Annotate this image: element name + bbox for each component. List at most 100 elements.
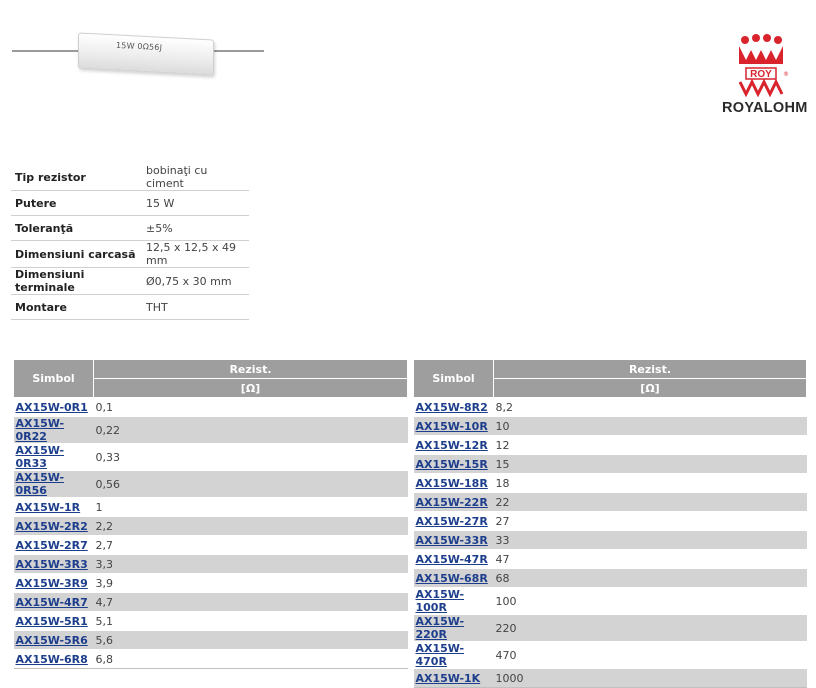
table-row: AX15W-0R56 0,56 [13,470,408,498]
table-row: AX15W-4R7 4,7 [13,592,408,612]
product-code-link[interactable]: AX15W-3R9 [16,577,88,590]
specs-table: Tip rezistor bobinaţi cu ciment Putere 1… [11,164,249,320]
resistance-value: 1 [93,497,408,517]
resistance-value: 10 [493,416,807,436]
resistance-value: 100 [493,587,807,615]
column-header-resistance[interactable]: Rezist. [493,359,807,379]
product-code-link[interactable]: AX15W-100R [416,588,465,614]
product-code-link[interactable]: AX15W-1R [16,501,81,514]
product-code-link[interactable]: AX15W-33R [416,534,488,547]
table-row: AX15W-1K 1000 [413,668,807,688]
spec-value: Ø0,75 x 30 mm [141,267,249,295]
spec-row: Toleranţă ±5% [11,215,249,241]
spec-row: Dimensiuni terminale Ø0,75 x 30 mm [11,267,249,295]
spec-label: Toleranţă [11,215,142,241]
resistance-value: 5,1 [93,611,408,631]
product-code-link[interactable]: AX15W-18R [416,477,488,490]
product-code-link[interactable]: AX15W-4R7 [16,596,88,609]
spec-row: Montare THT [11,294,249,320]
resistance-value: 220 [493,614,807,642]
product-code-link[interactable]: AX15W-10R [416,420,488,433]
resistance-value: 1000 [493,668,807,688]
table-row: AX15W-27R 27 [413,511,807,531]
product-code-link[interactable]: AX15W-2R2 [16,520,88,533]
brand-logo: ROY ® ROYALOHM [718,34,810,118]
resistance-value: 2,7 [93,535,408,555]
product-table-left: Simbol Rezist. [Ω] AX15W-0R1 0,1 AX15W-0R… [13,359,408,669]
product-code-link[interactable]: AX15W-220R [416,615,465,641]
table-row: AX15W-2R7 2,7 [13,535,408,555]
resistance-value: 2,2 [93,516,408,536]
spec-label: Dimensiuni carcasă [11,240,142,268]
product-code-link[interactable]: AX15W-68R [416,572,488,585]
spec-value: 12,5 x 12,5 x 49 mm [141,240,249,268]
royalohm-logo-icon: ROY ® [738,34,789,98]
table-row: AX15W-15R 15 [413,454,807,474]
table-row: AX15W-3R9 3,9 [13,573,408,593]
product-code-link[interactable]: AX15W-0R56 [16,471,65,497]
resistance-value: 4,7 [93,592,408,612]
resistance-value: 3,3 [93,554,408,574]
resistance-value: 33 [493,530,807,550]
resistance-value: 27 [493,511,807,531]
product-code-link[interactable]: AX15W-3R3 [16,558,88,571]
resistance-value: 22 [493,492,807,512]
resistance-value: 12 [493,435,807,455]
product-code-link[interactable]: AX15W-2R7 [16,539,88,552]
product-code-link[interactable]: AX15W-15R [416,458,488,471]
product-code-link[interactable]: AX15W-1K [416,672,481,685]
product-code-link[interactable]: AX15W-27R [416,515,488,528]
product-code-link[interactable]: AX15W-12R [416,439,488,452]
table-row: AX15W-0R33 0,33 [13,443,408,471]
resistance-value: 0,56 [93,470,408,498]
resistance-value: 5,6 [93,630,408,650]
product-code-link[interactable]: AX15W-470R [416,642,465,668]
table-row: AX15W-3R3 3,3 [13,554,408,574]
table-row: AX15W-8R2 8,2 [413,397,807,417]
product-code-link[interactable]: AX15W-8R2 [416,401,488,414]
spec-value: bobinaţi cu ciment [141,164,249,191]
table-row: AX15W-470R 470 [413,641,807,669]
product-code-link[interactable]: AX15W-5R6 [16,634,88,647]
table-row: AX15W-6R8 6,8 [13,649,408,669]
product-code-link[interactable]: AX15W-47R [416,553,488,566]
resistance-value: 0,1 [93,397,408,417]
product-code-link[interactable]: AX15W-0R22 [16,417,65,443]
table-row: AX15W-2R2 2,2 [13,516,408,536]
table-row: AX15W-100R 100 [413,587,807,615]
product-code-link[interactable]: AX15W-5R1 [16,615,88,628]
column-header-symbol[interactable]: Simbol [13,359,94,398]
product-code-link[interactable]: AX15W-22R [416,496,488,509]
column-header-unit: [Ω] [493,378,807,398]
spec-value: 15 W [141,190,249,216]
table-row: AX15W-10R 10 [413,416,807,436]
table-row: AX15W-68R 68 [413,568,807,588]
resistance-value: 6,8 [93,649,408,669]
table-row: AX15W-0R22 0,22 [13,416,408,444]
table-row: AX15W-5R6 5,6 [13,630,408,650]
table-row: AX15W-18R 18 [413,473,807,493]
table-row: AX15W-1R 1 [13,497,408,517]
spec-value: THT [141,294,249,320]
brand-name: ROYALOHM [722,100,808,116]
column-header-resistance[interactable]: Rezist. [93,359,408,379]
product-code-link[interactable]: AX15W-0R1 [16,401,88,414]
product-code-link[interactable]: AX15W-0R33 [16,444,65,470]
spec-label: Montare [11,294,142,320]
resistance-value: 68 [493,568,807,588]
spec-row: Dimensiuni carcasă 12,5 x 12,5 x 49 mm [11,240,249,268]
resistance-value: 8,2 [493,397,807,417]
resistance-value: 3,9 [93,573,408,593]
spec-label: Putere [11,190,142,216]
resistance-value: 0,33 [93,443,408,471]
table-row: AX15W-12R 12 [413,435,807,455]
table-row: AX15W-220R 220 [413,614,807,642]
spec-row: Tip rezistor bobinaţi cu ciment [11,164,249,191]
logo-emblem-text: ROY [750,69,772,80]
table-row: AX15W-47R 47 [413,549,807,569]
product-code-link[interactable]: AX15W-6R8 [16,653,88,666]
spec-label: Tip rezistor [11,164,142,191]
product-table-right: Simbol Rezist. [Ω] AX15W-8R2 8,2 AX15W-10… [413,359,807,688]
column-header-symbol[interactable]: Simbol [413,359,494,398]
resistance-value: 18 [493,473,807,493]
